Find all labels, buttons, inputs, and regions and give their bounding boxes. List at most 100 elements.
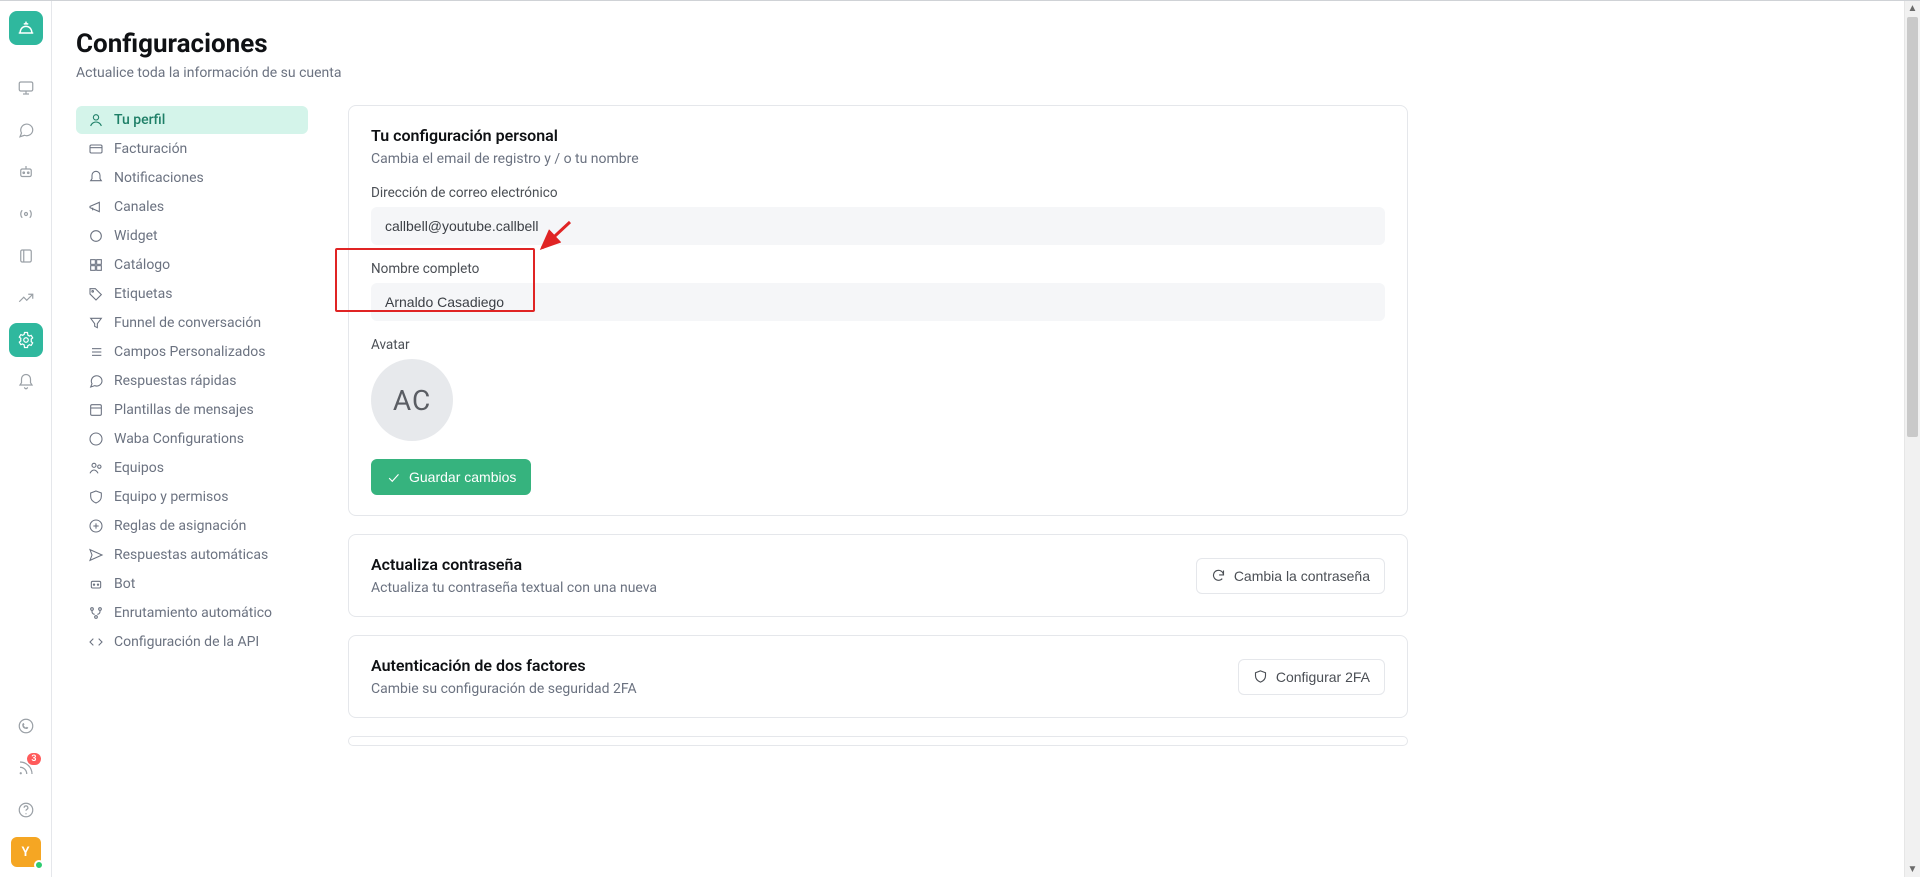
nav-item-routing[interactable]: Enrutamiento automático: [76, 599, 308, 627]
card-title: Tu configuración personal: [371, 126, 1385, 145]
app-rail: 3 Y: [0, 1, 52, 877]
nav-label: Configuración de la API: [114, 634, 259, 650]
nav-item-custom-fields[interactable]: Campos Personalizados: [76, 338, 308, 366]
bot-icon: [88, 576, 104, 592]
card-2fa: Autenticación de dos factores Cambie su …: [348, 635, 1408, 718]
settings-content: Tu configuración personal Cambia el emai…: [348, 105, 1408, 746]
rail-broadcast[interactable]: [9, 197, 43, 231]
nav-item-catalog[interactable]: Catálogo: [76, 251, 308, 279]
main-scroll: Configuraciones Actualice toda la inform…: [52, 1, 1904, 877]
nav-item-auto-replies[interactable]: Respuestas automáticas: [76, 541, 308, 569]
nav-label: Widget: [114, 228, 158, 244]
nav-label: Reglas de asignación: [114, 518, 246, 534]
monitor-icon: [17, 79, 35, 97]
rail-help[interactable]: [9, 793, 43, 827]
nav-label: Plantillas de mensajes: [114, 402, 254, 418]
page-subtitle: Actualice toda la información de su cuen…: [76, 65, 1904, 81]
avatar-label: Avatar: [371, 337, 1385, 353]
check-icon: [386, 470, 401, 485]
list-icon: [88, 344, 104, 360]
nav-label: Enrutamiento automático: [114, 605, 272, 621]
nav-label: Notificaciones: [114, 170, 204, 186]
nav-item-funnel[interactable]: Funnel de conversación: [76, 309, 308, 337]
rail-feed-badge: 3: [27, 753, 40, 765]
nav-item-notifications[interactable]: Notificaciones: [76, 164, 308, 192]
nav-item-templates[interactable]: Plantillas de mensajes: [76, 396, 308, 424]
rail-feed[interactable]: 3: [9, 751, 43, 785]
name-input[interactable]: [371, 283, 1385, 321]
email-input[interactable]: [371, 207, 1385, 245]
nav-item-profile[interactable]: Tu perfil: [76, 106, 308, 134]
nav-label: Equipos: [114, 460, 164, 476]
avatar-initials: AC: [393, 384, 431, 417]
card-subtitle: Cambia el email de registro y / o tu nom…: [371, 151, 1385, 167]
tag-icon: [88, 286, 104, 302]
team-icon: [88, 460, 104, 476]
scroll-up-icon[interactable]: ▲: [1905, 3, 1920, 14]
avatar-chip[interactable]: AC: [371, 359, 453, 441]
nav-item-api[interactable]: Configuración de la API: [76, 628, 308, 656]
rail-analytics[interactable]: [9, 281, 43, 315]
card-next-peek: [348, 736, 1408, 746]
nav-label: Equipo y permisos: [114, 489, 228, 505]
rail-settings[interactable]: [9, 323, 43, 357]
card-title: Actualiza contraseña: [371, 555, 657, 574]
nav-item-teams[interactable]: Equipos: [76, 454, 308, 482]
rail-dashboard[interactable]: [9, 71, 43, 105]
card-icon: [88, 141, 104, 157]
card-subtitle: Actualiza tu contraseña textual con una …: [371, 580, 657, 596]
nav-label: Facturación: [114, 141, 187, 157]
bot-icon: [17, 163, 35, 181]
nav-item-channels[interactable]: Canales: [76, 193, 308, 221]
bell-service-icon: [16, 18, 36, 38]
broadcast-icon: [17, 205, 35, 223]
nav-item-widget[interactable]: Widget: [76, 222, 308, 250]
grid-icon: [88, 257, 104, 273]
scroll-thumb[interactable]: [1907, 17, 1918, 437]
page-scrollbar[interactable]: ▲ ▼: [1904, 1, 1920, 877]
save-button[interactable]: Guardar cambios: [371, 459, 531, 495]
rail-library[interactable]: [9, 239, 43, 273]
nav-label: Catálogo: [114, 257, 170, 273]
name-label: Nombre completo: [371, 261, 1385, 277]
save-label: Guardar cambios: [409, 469, 516, 485]
nav-label: Respuestas rápidas: [114, 373, 237, 389]
scroll-down-icon[interactable]: ▼: [1905, 864, 1920, 875]
page-title: Configuraciones: [76, 29, 1904, 59]
nav-item-quick-replies[interactable]: Respuestas rápidas: [76, 367, 308, 395]
code-icon: [88, 634, 104, 650]
configure-2fa-label: Configurar 2FA: [1276, 669, 1370, 685]
rail-notifications[interactable]: [9, 365, 43, 399]
nav-item-permissions[interactable]: Equipo y permisos: [76, 483, 308, 511]
refresh-icon: [1211, 568, 1226, 583]
user-icon: [88, 112, 104, 128]
rail-bot[interactable]: [9, 155, 43, 189]
app-logo[interactable]: [9, 11, 43, 45]
nav-item-billing[interactable]: Facturación: [76, 135, 308, 163]
nav-item-waba[interactable]: Waba Configurations: [76, 425, 308, 453]
send-icon: [88, 547, 104, 563]
help-icon: [17, 801, 35, 819]
email-label: Dirección de correo electrónico: [371, 185, 1385, 201]
nav-label: Canales: [114, 199, 164, 215]
rail-user-avatar[interactable]: Y: [11, 837, 41, 867]
rail-chat[interactable]: [9, 113, 43, 147]
trend-icon: [17, 289, 35, 307]
presence-dot: [34, 860, 44, 870]
change-password-button[interactable]: Cambia la contraseña: [1196, 558, 1385, 594]
circle-icon: [88, 228, 104, 244]
rail-whatsapp[interactable]: [9, 709, 43, 743]
configure-2fa-button[interactable]: Configurar 2FA: [1238, 659, 1385, 695]
top-separator: [0, 0, 1920, 1]
nav-item-tags[interactable]: Etiquetas: [76, 280, 308, 308]
card-title: Autenticación de dos factores: [371, 656, 637, 675]
nav-label: Tu perfil: [114, 112, 165, 128]
nav-item-bot[interactable]: Bot: [76, 570, 308, 598]
page-header: Configuraciones Actualice toda la inform…: [76, 29, 1904, 81]
nav-item-assignment-rules[interactable]: Reglas de asignación: [76, 512, 308, 540]
book-icon: [17, 247, 35, 265]
shield-icon: [1253, 669, 1268, 684]
nav-label: Campos Personalizados: [114, 344, 266, 360]
template-icon: [88, 402, 104, 418]
nav-label: Waba Configurations: [114, 431, 244, 447]
